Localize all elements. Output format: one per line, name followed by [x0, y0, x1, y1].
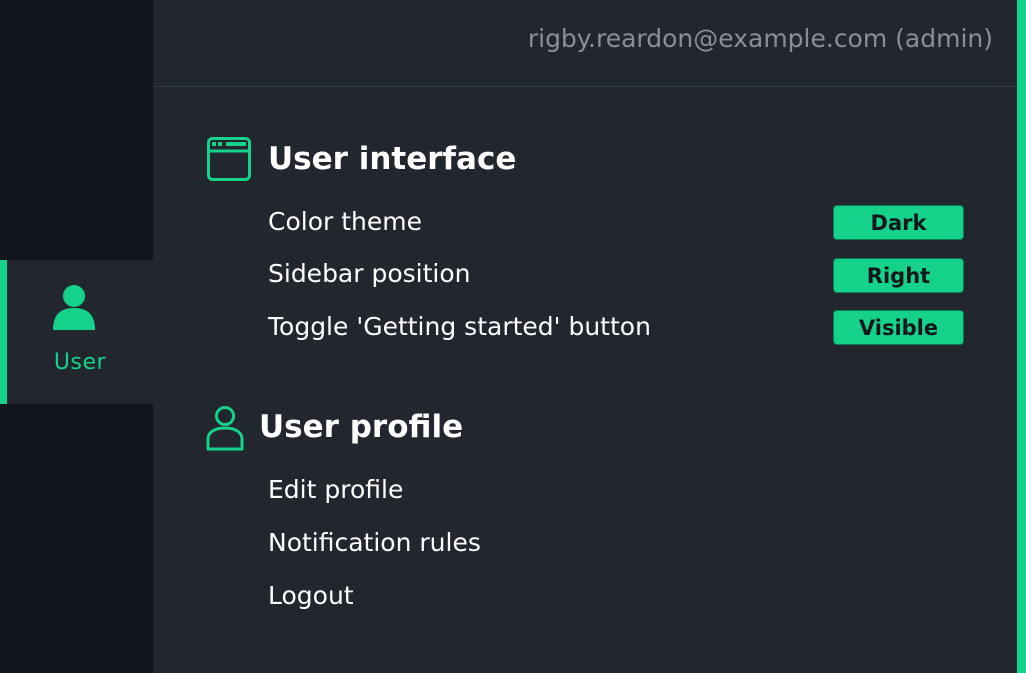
menu-item-logout[interactable]: Logout [268, 581, 354, 610]
section-title-user-profile: User profile [259, 409, 464, 445]
sidebar-item-user[interactable]: User [0, 260, 153, 404]
color-theme-toggle[interactable]: Dark [833, 205, 964, 240]
window-icon [207, 137, 251, 181]
menu-item-notification-rules[interactable]: Notification rules [268, 528, 481, 557]
menu-item-color-theme[interactable]: Color theme [268, 207, 422, 236]
menu-item-sidebar-position[interactable]: Sidebar position [268, 259, 471, 288]
sidebar-item-label: User [53, 350, 107, 375]
sidebar-position-toggle[interactable]: Right [833, 258, 964, 293]
user-outline-icon [206, 406, 244, 451]
menu-item-getting-started[interactable]: Toggle 'Getting started' button [268, 312, 651, 341]
current-user: rigby.reardon@example.com (admin) [527, 24, 993, 53]
section-title-user-interface: User interface [268, 141, 517, 177]
menu-item-edit-profile[interactable]: Edit profile [268, 475, 403, 504]
user-icon [53, 285, 95, 330]
right-accent-edge [1017, 0, 1026, 673]
header: rigby.reardon@example.com (admin) [153, 0, 1017, 87]
getting-started-toggle[interactable]: Visible [833, 310, 964, 345]
active-indicator [0, 260, 7, 404]
